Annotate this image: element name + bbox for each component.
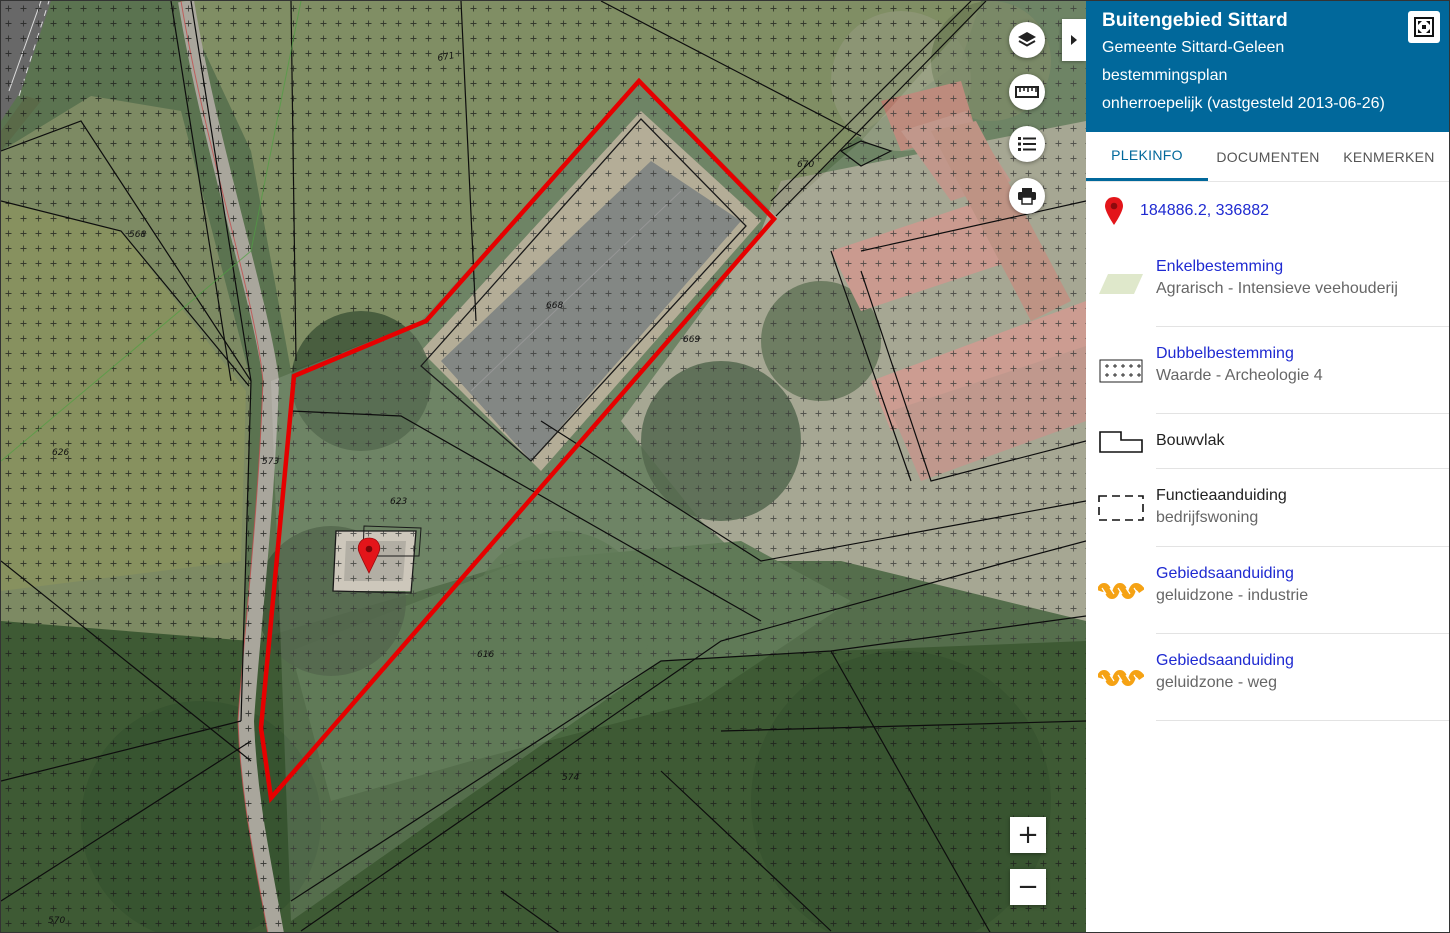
fullscreen-button[interactable]: [1408, 11, 1440, 43]
layers-button[interactable]: [1009, 22, 1045, 58]
parcel-label: 570: [48, 916, 65, 926]
parcel-label: 670: [797, 160, 814, 170]
print-button[interactable]: [1009, 178, 1045, 214]
plan-status: onherroepelijk (vastgesteld 2013-06-26): [1102, 95, 1385, 112]
orange-zone-icon: [1098, 547, 1144, 634]
parcel-label: 574: [562, 773, 579, 783]
legend-item: Bouwvlak: [1099, 414, 1449, 469]
plan-type: bestemmingsplan: [1102, 67, 1228, 84]
legend-subtitle: bedrijfswoning: [1156, 509, 1259, 526]
legend-title-link[interactable]: Enkelbestemming: [1156, 256, 1398, 278]
plan-title: Buitengebied Sittard: [1102, 10, 1288, 31]
parcel-label: 669: [683, 335, 700, 345]
parcel-label: 623: [390, 497, 407, 507]
legend-title-link[interactable]: Gebiedsaanduiding: [1156, 650, 1294, 672]
municipality: Gemeente Sittard-Geleen: [1102, 39, 1285, 56]
fullscreen-icon: [1414, 17, 1434, 37]
coordinates-row: 184886.2, 336882: [1086, 182, 1449, 240]
legend-item: Gebiedsaanduiding geluidzone - industrie: [1098, 547, 1449, 634]
info-panel: Buitengebied Sittard Gemeente Sittard-Ge…: [1086, 1, 1449, 932]
app-window: 671 670 568 668 669 626 573 623 616 574 …: [0, 0, 1450, 933]
legend-subtitle: geluidzone - weg: [1156, 674, 1277, 691]
legend-subtitle: Agrarisch - Intensieve veehouderij: [1156, 280, 1398, 297]
coordinates-link[interactable]: 184886.2, 336882: [1140, 202, 1269, 220]
chevron-right-icon: [1071, 35, 1077, 45]
legend-item: Dubbelbestemming Waarde - Archeologie 4: [1099, 327, 1449, 414]
parcel-label: 626: [52, 448, 69, 458]
legend-title-link[interactable]: Dubbelbestemming: [1156, 343, 1323, 365]
zoom-in-button[interactable]: +: [1010, 817, 1046, 853]
map-view[interactable]: 671 670 568 668 669 626 573 623 616 574 …: [1, 1, 1086, 933]
legend-list: Enkelbestemming Agrarisch - Intensieve v…: [1086, 240, 1449, 721]
legend-title-link[interactable]: Gebiedsaanduiding: [1156, 563, 1308, 585]
ruler-icon: [1015, 86, 1039, 98]
tab-kenmerken[interactable]: KENMERKEN: [1328, 132, 1449, 181]
orange-zone-icon: [1098, 634, 1144, 721]
collapse-panel-button[interactable]: [1062, 19, 1086, 61]
panel-tabs: PLEKINFO DOCUMENTEN KENMERKEN: [1086, 132, 1449, 182]
parcel-label: 616: [477, 650, 494, 660]
zoom-in-label: +: [1017, 820, 1039, 850]
dashed-rect-icon: [1098, 469, 1144, 547]
printer-icon: [1018, 188, 1036, 205]
zoom-out-button[interactable]: −: [1010, 869, 1046, 905]
building-outline-icon: [1098, 414, 1144, 469]
legend-button[interactable]: [1009, 126, 1045, 162]
map-canvas[interactable]: 671 670 568 668 669 626 573 623 616 574 …: [1, 1, 1086, 933]
legend-item: Functieaanduiding bedrijfswoning: [1098, 469, 1449, 547]
legend-item: Enkelbestemming Agrarisch - Intensieve v…: [1099, 240, 1449, 327]
legend-subtitle: geluidzone - industrie: [1156, 587, 1309, 604]
measure-button[interactable]: [1009, 74, 1045, 110]
legend-title: Functieaanduiding: [1156, 487, 1287, 504]
zoom-out-label: −: [1017, 872, 1039, 902]
layers-icon: [1018, 32, 1036, 47]
list-icon: [1018, 137, 1036, 151]
legend-subtitle: Waarde - Archeologie 4: [1156, 367, 1323, 384]
tab-plekinfo[interactable]: PLEKINFO: [1086, 132, 1208, 181]
legend-item: Gebiedsaanduiding geluidzone - weg: [1098, 634, 1449, 721]
plus-grid-icon: [1098, 327, 1144, 414]
parallelogram-icon: [1098, 240, 1144, 327]
parcel-label: 573: [262, 457, 279, 467]
parcel-label: 668: [546, 301, 563, 311]
plan-header: Buitengebied Sittard Gemeente Sittard-Ge…: [1086, 1, 1449, 132]
location-pin-icon: [1105, 197, 1123, 225]
parcel-label: 568: [129, 230, 146, 240]
legend-title: Bouwvlak: [1156, 432, 1225, 449]
tab-documenten[interactable]: DOCUMENTEN: [1208, 132, 1328, 181]
